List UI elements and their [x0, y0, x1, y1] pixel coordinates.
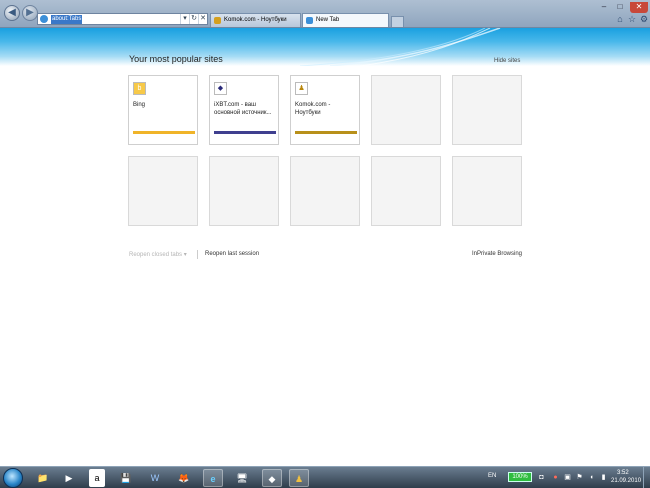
back-arrow-icon: ◀: [8, 7, 16, 18]
divider: [197, 250, 198, 259]
tile-color-bar: [214, 131, 276, 134]
empty-site-tile[interactable]: [371, 156, 441, 226]
empty-site-tile[interactable]: [452, 156, 522, 226]
monitor-icon[interactable]: 🖥: [232, 469, 252, 487]
windows-taskbar: 📁 ▶ a 💾 W 🦊 e 🖥 ◆ ♟ EN 100% ◘ ● ▣ ⚑ ◖ ▮ …: [0, 466, 650, 488]
maximize-icon[interactable]: □: [612, 2, 628, 13]
tray-flag-icon[interactable]: ⚑: [575, 473, 584, 482]
battery-indicator[interactable]: 100%: [508, 472, 532, 482]
hide-sites-link[interactable]: Hide sites: [494, 58, 520, 64]
page-banner: [0, 28, 650, 66]
tray-signal-icon[interactable]: ▮: [599, 473, 608, 482]
tray-volume-icon[interactable]: ◖: [587, 473, 596, 482]
floppy-save-icon[interactable]: 💾: [116, 469, 136, 487]
minimize-icon[interactable]: –: [596, 2, 612, 13]
word-icon[interactable]: W: [145, 469, 165, 487]
tile-color-bar: [295, 131, 357, 134]
tab-label: New Tab: [316, 17, 340, 23]
empty-site-tile[interactable]: [371, 75, 441, 145]
favorites-star-icon[interactable]: ☆: [627, 14, 637, 24]
address-url[interactable]: about:Tabs: [51, 15, 83, 24]
komok-task-icon[interactable]: ♟: [289, 469, 309, 487]
empty-site-tile[interactable]: [128, 156, 198, 226]
forward-arrow-icon: ▶: [26, 7, 34, 18]
banner-swoosh-graphic: [299, 28, 501, 66]
clock-date[interactable]: 21.09.2010: [611, 478, 641, 484]
tab-label: Komok.com - Ноутбуки: [224, 17, 287, 23]
komok-icon: ♟: [295, 82, 308, 95]
forward-button[interactable]: ▶: [22, 5, 38, 21]
reopen-last-session-link[interactable]: Reopen last session: [205, 251, 259, 257]
tray-network-icon[interactable]: ▣: [563, 473, 572, 482]
ie-favicon-icon: [306, 17, 313, 24]
firefox-icon[interactable]: 🦊: [174, 469, 194, 487]
refresh-icon[interactable]: ↻: [189, 14, 198, 24]
site-tile-bing[interactable]: b Bing: [128, 75, 198, 145]
site-tile-komok[interactable]: ♟ Komok.com - Ноутбуки: [290, 75, 360, 145]
inprivate-browsing-link[interactable]: InPrivate Browsing: [472, 251, 522, 257]
tab-komok[interactable]: Komok.com - Ноутбуки: [210, 13, 301, 27]
empty-site-tile[interactable]: [452, 75, 522, 145]
empty-site-tile[interactable]: [209, 156, 279, 226]
page-title: Your most popular sites: [129, 54, 223, 64]
media-player-icon[interactable]: ▶: [59, 469, 79, 487]
close-window-icon[interactable]: ✕: [630, 2, 648, 13]
ie-page-icon: [40, 15, 48, 23]
address-bar[interactable]: about:Tabs ▾ ↻ ✕: [37, 13, 208, 25]
ixbt-icon: ◆: [214, 82, 227, 95]
internet-explorer-icon[interactable]: e: [203, 469, 223, 487]
amazon-icon[interactable]: a: [89, 469, 105, 487]
address-dropdown-icon[interactable]: ▾: [180, 14, 189, 24]
tile-label: iXBT.com - ваш основной источник...: [214, 102, 272, 116]
new-tab-button[interactable]: [391, 16, 404, 27]
home-icon[interactable]: ⌂: [615, 14, 625, 24]
komok-favicon-icon: [214, 17, 221, 24]
explorer-icon[interactable]: 📁: [33, 469, 53, 487]
stop-icon[interactable]: ✕: [198, 14, 207, 24]
tile-label: Bing: [133, 102, 146, 108]
reopen-closed-tabs-link[interactable]: Reopen closed tabs ▾: [129, 251, 187, 258]
language-indicator[interactable]: EN: [488, 473, 496, 479]
browser-chrome: ◀ ▶ about:Tabs ▾ ↻ ✕ Komok.com - Ноутбук…: [0, 0, 650, 28]
show-desktop-button[interactable]: [643, 467, 650, 488]
empty-site-tile[interactable]: [290, 156, 360, 226]
bing-icon: b: [133, 82, 146, 95]
ixbt-task-icon[interactable]: ◆: [262, 469, 282, 487]
clock-time[interactable]: 3:52: [617, 470, 629, 476]
tray-antivirus-icon[interactable]: ●: [551, 473, 560, 482]
tools-gear-icon[interactable]: ⚙: [639, 14, 649, 24]
tile-color-bar: [133, 131, 195, 134]
tray-shield-icon[interactable]: ◘: [537, 473, 546, 482]
start-button[interactable]: [3, 468, 23, 488]
back-button[interactable]: ◀: [4, 5, 20, 21]
tab-new-tab[interactable]: New Tab: [302, 13, 389, 27]
tile-label: Komok.com - Ноутбуки: [295, 102, 331, 116]
site-tile-ixbt[interactable]: ◆ iXBT.com - ваш основной источник...: [209, 75, 279, 145]
